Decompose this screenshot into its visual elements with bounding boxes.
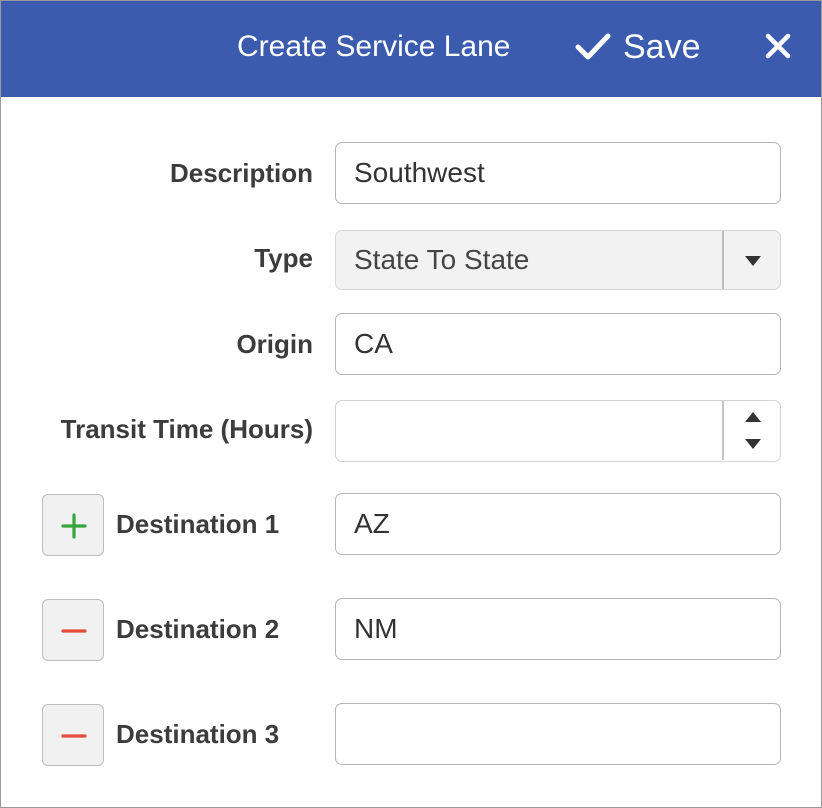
transit-time-label: Transit Time (Hours)	[60, 414, 313, 444]
description-input[interactable]	[335, 142, 781, 204]
destination-2-label: Destination 2	[116, 614, 280, 644]
type-select-value: State To State	[354, 244, 530, 275]
transit-time-spinner	[335, 400, 781, 462]
description-label: Description	[169, 158, 313, 188]
destination-1-input[interactable]	[335, 493, 781, 555]
caret-down-icon	[745, 256, 761, 266]
create-service-lane-dialog: Create Service Lane Save Description Typ…	[0, 0, 822, 808]
remove-destination-2-button[interactable]	[42, 599, 104, 661]
minus-icon	[61, 629, 87, 633]
save-button[interactable]: Save	[575, 25, 701, 69]
origin-label: Origin	[236, 329, 313, 359]
close-button[interactable]	[761, 29, 795, 63]
dialog-title: Create Service Lane	[237, 30, 511, 63]
destination-3-input[interactable]	[335, 703, 781, 765]
destination-3-label: Destination 3	[116, 719, 280, 749]
destination-1-label: Destination 1	[116, 509, 280, 539]
destination-2-input[interactable]	[335, 598, 781, 660]
increment-button[interactable]	[724, 401, 780, 430]
select-divider	[722, 231, 724, 289]
type-select[interactable]: State To State	[335, 230, 781, 290]
plus-icon	[61, 513, 87, 539]
transit-time-input[interactable]	[336, 401, 716, 459]
caret-up-icon	[745, 412, 761, 422]
add-destination-button[interactable]	[42, 494, 104, 556]
dialog-header: Create Service Lane Save	[1, 1, 821, 97]
close-icon	[765, 33, 791, 59]
remove-destination-3-button[interactable]	[42, 704, 104, 766]
checkmark-icon	[575, 33, 611, 60]
decrement-button[interactable]	[724, 430, 780, 459]
type-label: Type	[254, 243, 313, 273]
caret-down-icon	[745, 439, 761, 449]
origin-input[interactable]	[335, 313, 781, 375]
save-label: Save	[623, 28, 701, 66]
minus-icon	[61, 734, 87, 738]
